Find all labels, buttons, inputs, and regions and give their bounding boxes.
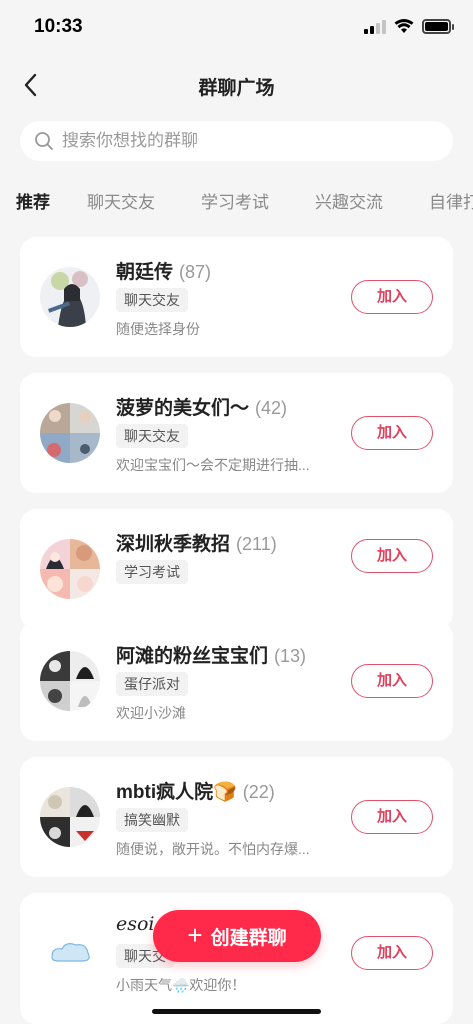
home-indicator bbox=[152, 1009, 321, 1014]
tab-study-exam[interactable]: 学习考试 bbox=[201, 188, 269, 213]
group-tag: 学习考试 bbox=[116, 560, 188, 584]
group-name: 朝廷传 (87) bbox=[116, 262, 212, 283]
plus-icon: + bbox=[187, 920, 203, 950]
cellular-signal-icon bbox=[364, 19, 386, 34]
group-card[interactable]: mbti疯人院🍞 (22) 搞笑幽默 随便说，敞开说。不怕内存爆... 加入 bbox=[20, 757, 453, 877]
group-card[interactable]: 朝廷传 (87) 聊天交友 随便选择身份 加入 bbox=[20, 237, 453, 357]
wifi-icon bbox=[394, 19, 414, 33]
tab-self-discipline[interactable]: 自律打 bbox=[429, 188, 473, 213]
group-avatar bbox=[40, 787, 100, 847]
group-tag: 搞笑幽默 bbox=[116, 808, 188, 832]
group-description: 随便说，敞开说。不怕内存爆... bbox=[116, 841, 310, 857]
status-icons bbox=[364, 19, 454, 34]
group-card[interactable]: 阿滩的粉丝宝宝们 (13) 蛋仔派对 欢迎小沙滩 加入 bbox=[20, 621, 453, 741]
group-description: 欢迎宝宝们～会不定期进行抽... bbox=[116, 457, 310, 473]
group-tag: 聊天交友 bbox=[116, 424, 188, 448]
group-description: 欢迎小沙滩 bbox=[116, 705, 186, 721]
search-input[interactable] bbox=[62, 131, 442, 151]
group-avatar bbox=[40, 923, 100, 983]
category-tabs: 推荐 聊天交友 学习考试 兴趣交流 自律打 bbox=[0, 184, 473, 218]
group-card[interactable]: 菠萝的美女们～ (42) 聊天交友 欢迎宝宝们～会不定期进行抽... 加入 bbox=[20, 373, 453, 493]
group-avatar bbox=[40, 267, 100, 327]
join-button[interactable]: 加入 bbox=[351, 936, 433, 970]
group-name: mbti疯人院🍞 (22) bbox=[116, 782, 275, 803]
group-tag: 聊天交友 bbox=[116, 288, 188, 312]
search-icon bbox=[35, 132, 53, 150]
status-time: 10:33 bbox=[34, 16, 83, 37]
search-bar[interactable] bbox=[20, 121, 453, 161]
group-card[interactable]: 深圳秋季教招 (211) 学习考试 加入 bbox=[20, 509, 453, 629]
create-group-button[interactable]: + 创建群聊 bbox=[153, 910, 321, 962]
group-name: 深圳秋季教招 (211) bbox=[116, 534, 277, 555]
member-count: (13) bbox=[274, 646, 307, 666]
member-count: (211) bbox=[236, 534, 277, 554]
join-button[interactable]: 加入 bbox=[351, 539, 433, 573]
tab-interest[interactable]: 兴趣交流 bbox=[315, 188, 383, 213]
create-group-label: 创建群聊 bbox=[210, 927, 287, 949]
group-description: 随便选择身份 bbox=[116, 321, 200, 337]
group-avatar bbox=[40, 651, 100, 711]
join-button[interactable]: 加入 bbox=[351, 664, 433, 698]
group-avatar bbox=[40, 403, 100, 463]
nav-bar: 群聊广场 bbox=[0, 60, 473, 108]
member-count: (87) bbox=[179, 262, 212, 282]
battery-icon bbox=[422, 19, 454, 34]
member-count: (42) bbox=[255, 398, 288, 418]
group-avatar bbox=[40, 539, 100, 599]
group-tag: 蛋仔派对 bbox=[116, 672, 188, 696]
tab-chat-friends[interactable]: 聊天交友 bbox=[87, 188, 155, 213]
group-name: esoi bbox=[116, 913, 155, 935]
tab-recommend[interactable]: 推荐 bbox=[16, 188, 50, 213]
group-description: 小雨天气🌧️欢迎你！ bbox=[116, 977, 246, 993]
member-count: (22) bbox=[242, 782, 275, 802]
page-title: 群聊广场 bbox=[198, 78, 275, 99]
status-bar: 10:33 bbox=[0, 0, 473, 56]
join-button[interactable]: 加入 bbox=[351, 800, 433, 834]
join-button[interactable]: 加入 bbox=[351, 416, 433, 450]
group-name: 阿滩的粉丝宝宝们 (13) bbox=[116, 646, 307, 667]
join-button[interactable]: 加入 bbox=[351, 280, 433, 314]
group-name: 菠萝的美女们～ (42) bbox=[116, 398, 288, 419]
